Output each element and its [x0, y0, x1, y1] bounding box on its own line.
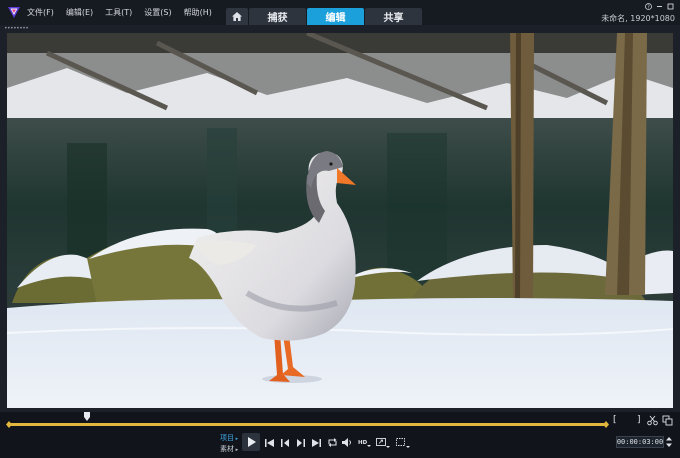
- minimize-button[interactable]: [654, 2, 664, 10]
- help-icon: ?: [644, 2, 652, 10]
- crop-icon: [396, 437, 410, 448]
- mode-switch[interactable]: 项目 ▸ 素材 ▸: [220, 433, 238, 455]
- goose-scene-image: [7, 33, 673, 408]
- timecode-field[interactable]: 00:00:03:00: [616, 436, 664, 448]
- maximize-button[interactable]: [665, 2, 675, 10]
- volume-button[interactable]: [341, 436, 354, 449]
- menu-settings[interactable]: 设置(S): [144, 7, 171, 18]
- mode-arrow-icon: ▸: [234, 436, 239, 442]
- maximize-icon: [667, 3, 673, 9]
- mode-project[interactable]: 项目 ▸: [220, 433, 238, 444]
- menu-tools[interactable]: 工具(T): [105, 7, 132, 18]
- hd-icon: HD: [358, 440, 371, 447]
- play-icon: [247, 437, 256, 447]
- timeline-track[interactable]: [9, 423, 607, 426]
- prev-frame-button[interactable]: [279, 436, 292, 449]
- resize-icon: [376, 437, 390, 448]
- drag-handle[interactable]: ••••••••: [4, 26, 29, 32]
- to-start-icon: [265, 438, 274, 447]
- prev-frame-icon: [281, 438, 289, 447]
- mode-clip-label: 素材: [220, 445, 234, 453]
- copy-icon[interactable]: [662, 415, 673, 426]
- to-end-button[interactable]: [310, 436, 323, 449]
- menu-bar: 文件(F) 编辑(E) 工具(T) 设置(S) 帮助(H): [27, 0, 224, 25]
- mark-in-marker[interactable]: [6, 421, 12, 428]
- menu-help[interactable]: 帮助(H): [184, 7, 212, 18]
- scrubber-bar: [ ]: [0, 412, 680, 432]
- hd-button[interactable]: HD: [357, 436, 372, 449]
- crop-button[interactable]: [396, 436, 411, 449]
- to-end-icon: [312, 438, 321, 447]
- tab-share[interactable]: 共享: [365, 8, 422, 25]
- playback-controls: 项目 ▸ 素材 ▸ HD 00:00:03:00: [0, 432, 680, 458]
- minimize-icon: [656, 5, 662, 7]
- home-icon: [232, 12, 242, 21]
- mode-arrow-icon: ▸: [234, 447, 239, 453]
- menu-file[interactable]: 文件(F): [27, 7, 54, 18]
- preview-image[interactable]: [7, 33, 673, 408]
- svg-text:?: ?: [647, 4, 650, 10]
- mode-clip[interactable]: 素材 ▸: [220, 444, 238, 455]
- timecode-stepper-icon[interactable]: [665, 436, 673, 448]
- to-start-button[interactable]: [263, 436, 276, 449]
- repeat-button[interactable]: [326, 436, 339, 449]
- mode-project-label: 项目: [220, 434, 234, 442]
- tab-capture[interactable]: 捕获: [249, 8, 306, 25]
- home-button[interactable]: [226, 8, 248, 25]
- title-bar: 文件(F) 编辑(E) 工具(T) 设置(S) 帮助(H) 捕获 编辑 共享 ?…: [0, 0, 680, 25]
- repeat-icon: [328, 438, 337, 447]
- tab-edit[interactable]: 编辑: [307, 8, 364, 25]
- help-button[interactable]: ?: [643, 2, 653, 10]
- svg-text:HD: HD: [358, 440, 368, 446]
- menu-edit[interactable]: 编辑(E): [66, 7, 93, 18]
- play-button[interactable]: [242, 433, 260, 451]
- preview-panel: ••••••••: [0, 25, 680, 412]
- resize-button[interactable]: [376, 436, 391, 449]
- mark-out-marker[interactable]: [603, 421, 609, 428]
- project-info: 未命名, 1920*1080: [601, 14, 675, 23]
- app-logo-icon: [8, 7, 20, 18]
- mark-out-button[interactable]: ]: [637, 415, 641, 425]
- volume-icon: [342, 438, 351, 447]
- mark-in-button[interactable]: [: [613, 415, 617, 425]
- playhead-handle[interactable]: [83, 412, 91, 422]
- next-frame-button[interactable]: [294, 436, 307, 449]
- next-frame-icon: [297, 438, 305, 447]
- split-scissors-icon[interactable]: [647, 415, 658, 426]
